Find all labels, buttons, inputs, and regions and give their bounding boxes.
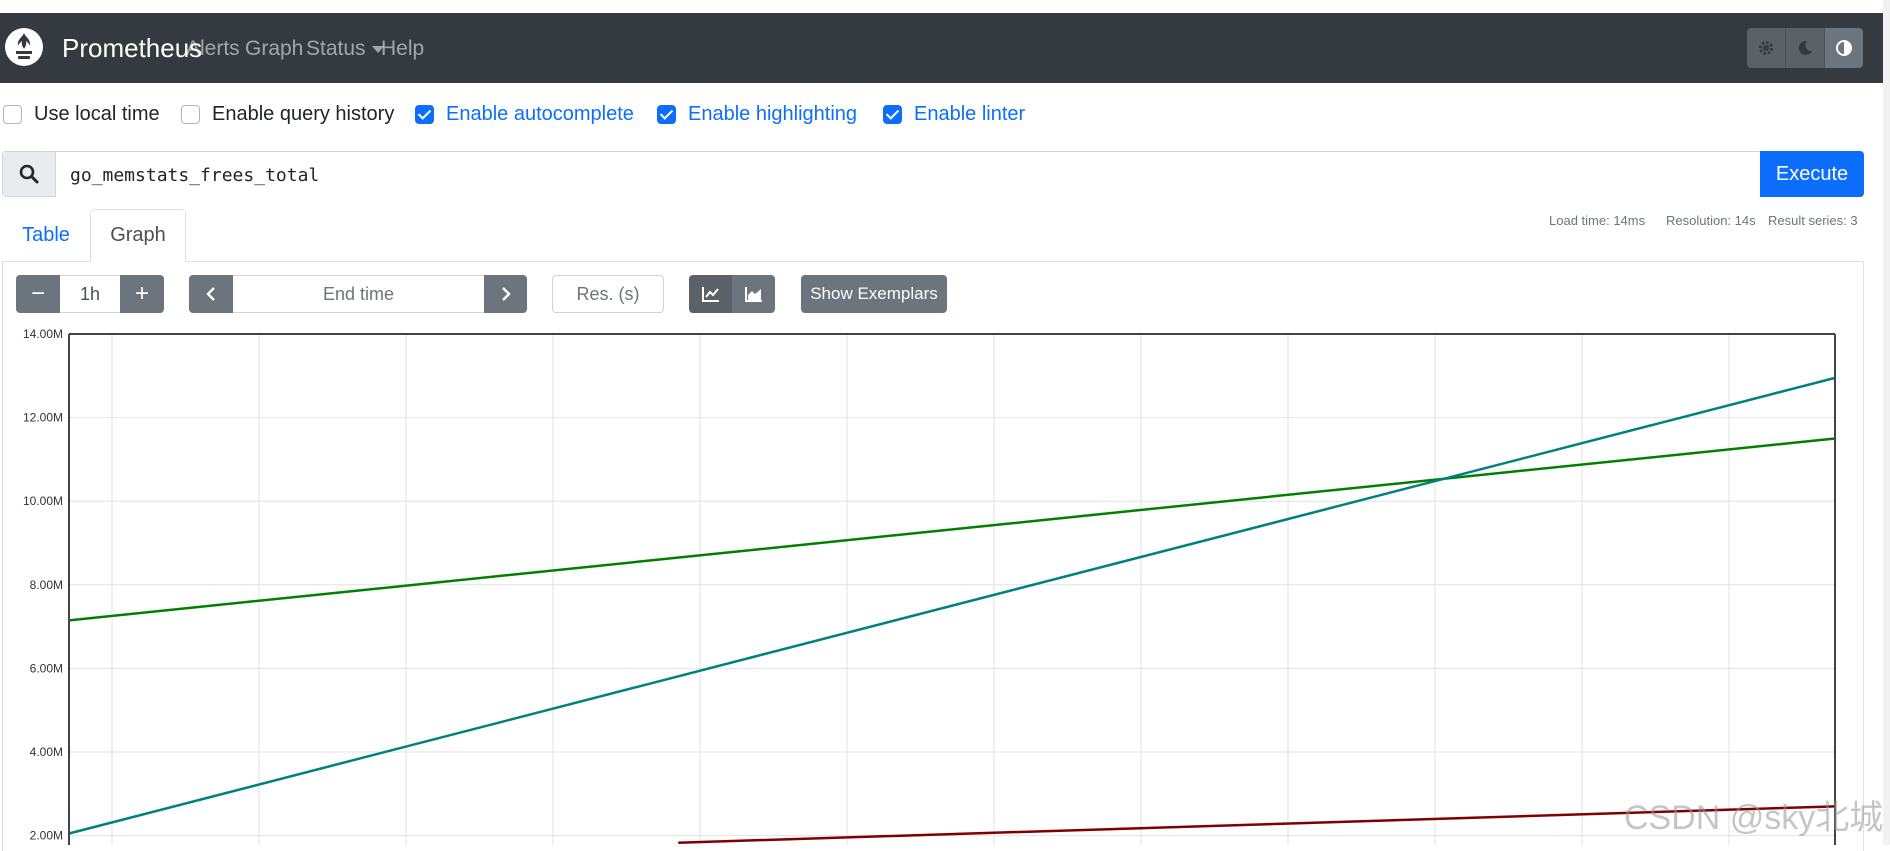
line-chart-icon <box>701 287 719 302</box>
checkbox-use-local-time[interactable] <box>3 105 22 124</box>
tab-graph[interactable]: Graph <box>90 209 186 262</box>
result-series: Result series: 3 <box>1768 213 1858 228</box>
search-addon <box>3 152 56 196</box>
option-enable-linter[interactable]: Enable linter <box>883 103 1025 126</box>
nav-status-label: Status <box>306 37 366 60</box>
brand-title[interactable]: Prometheus <box>62 33 202 64</box>
watermark: CSDN @sky北城 <box>1624 799 1884 837</box>
chevron-left-icon <box>206 287 215 301</box>
scrollbar[interactable] <box>1883 0 1890 845</box>
option-label: Use local time <box>34 103 160 125</box>
query-bar <box>2 151 1864 198</box>
next-time-button[interactable] <box>484 275 527 313</box>
gear-icon <box>1759 41 1773 55</box>
theme-toggle-group <box>1747 28 1863 68</box>
end-time-input[interactable]: End time <box>233 275 484 313</box>
expression-input[interactable] <box>56 152 1812 198</box>
increase-range-button[interactable]: + <box>120 275 164 313</box>
show-exemplars-button[interactable]: Show Exemplars <box>801 275 947 313</box>
checkbox-enable-query-history[interactable] <box>181 105 200 124</box>
nav-alerts[interactable]: Alerts <box>186 37 240 61</box>
y-tick-label: 2.00M <box>30 829 63 843</box>
y-tick-label: 6.00M <box>30 661 63 675</box>
option-enable-autocomplete[interactable]: Enable autocomplete <box>415 103 634 126</box>
nav-status[interactable]: Status <box>306 37 384 61</box>
tab-table[interactable]: Table <box>2 209 90 261</box>
moon-icon <box>1798 40 1812 55</box>
option-label: Enable query history <box>212 103 395 125</box>
series-line-2[interactable] <box>68 376 1836 835</box>
y-tick-label: 12.00M <box>23 411 63 425</box>
chevron-right-icon <box>501 287 511 301</box>
area-chart-icon <box>744 287 762 302</box>
option-enable-query-history[interactable]: Enable query history <box>181 103 394 126</box>
nav-help[interactable]: Help <box>381 37 424 61</box>
previous-time-button[interactable] <box>189 275 233 313</box>
prometheus-logo-icon[interactable] <box>4 27 44 67</box>
top-strip <box>0 0 1890 13</box>
range-input[interactable]: 1h <box>60 275 120 313</box>
y-tick-label: 10.00M <box>23 494 63 508</box>
graph-chart: 14.00M 12.00M 10.00M 8.00M 6.00M 4.00M 2.00M <box>23 327 1836 845</box>
y-tick-label: 14.00M <box>23 327 63 341</box>
y-tick-label: 4.00M <box>30 745 63 759</box>
execute-button[interactable]: Execute <box>1760 151 1864 197</box>
decrease-range-button[interactable]: − <box>16 275 60 313</box>
resolution: Resolution: 14s <box>1666 213 1756 228</box>
option-label: Enable autocomplete <box>446 103 634 125</box>
theme-dark-button[interactable] <box>1786 28 1825 68</box>
y-axis-ticks: 14.00M 12.00M 10.00M 8.00M 6.00M 4.00M 2.00M <box>23 327 63 843</box>
stacked-mode-button[interactable] <box>732 275 775 313</box>
chart-series <box>68 376 1836 844</box>
option-use-local-time[interactable]: Use local time <box>3 103 160 126</box>
navbar: Prometheus Alerts Graph Status Help <box>0 13 1883 83</box>
y-tick-label: 8.00M <box>30 578 63 592</box>
nav-graph[interactable]: Graph <box>245 37 303 61</box>
chart-grid <box>69 333 1835 845</box>
search-icon <box>19 164 39 184</box>
checkbox-enable-autocomplete[interactable] <box>415 105 434 124</box>
lines-mode-button[interactable] <box>689 275 732 313</box>
checkbox-enable-highlighting[interactable] <box>657 105 676 124</box>
checkbox-enable-linter[interactable] <box>883 105 902 124</box>
resolution-input[interactable]: Res. (s) <box>552 275 664 313</box>
load-time: Load time: 14ms <box>1549 213 1646 228</box>
option-label: Enable highlighting <box>688 103 858 125</box>
contrast-icon <box>1836 40 1852 56</box>
option-label: Enable linter <box>914 103 1026 125</box>
option-enable-highlighting[interactable]: Enable highlighting <box>657 103 857 126</box>
theme-auto-button[interactable] <box>1825 28 1863 68</box>
theme-light-button[interactable] <box>1747 28 1786 68</box>
series-line-1[interactable] <box>68 437 1836 622</box>
